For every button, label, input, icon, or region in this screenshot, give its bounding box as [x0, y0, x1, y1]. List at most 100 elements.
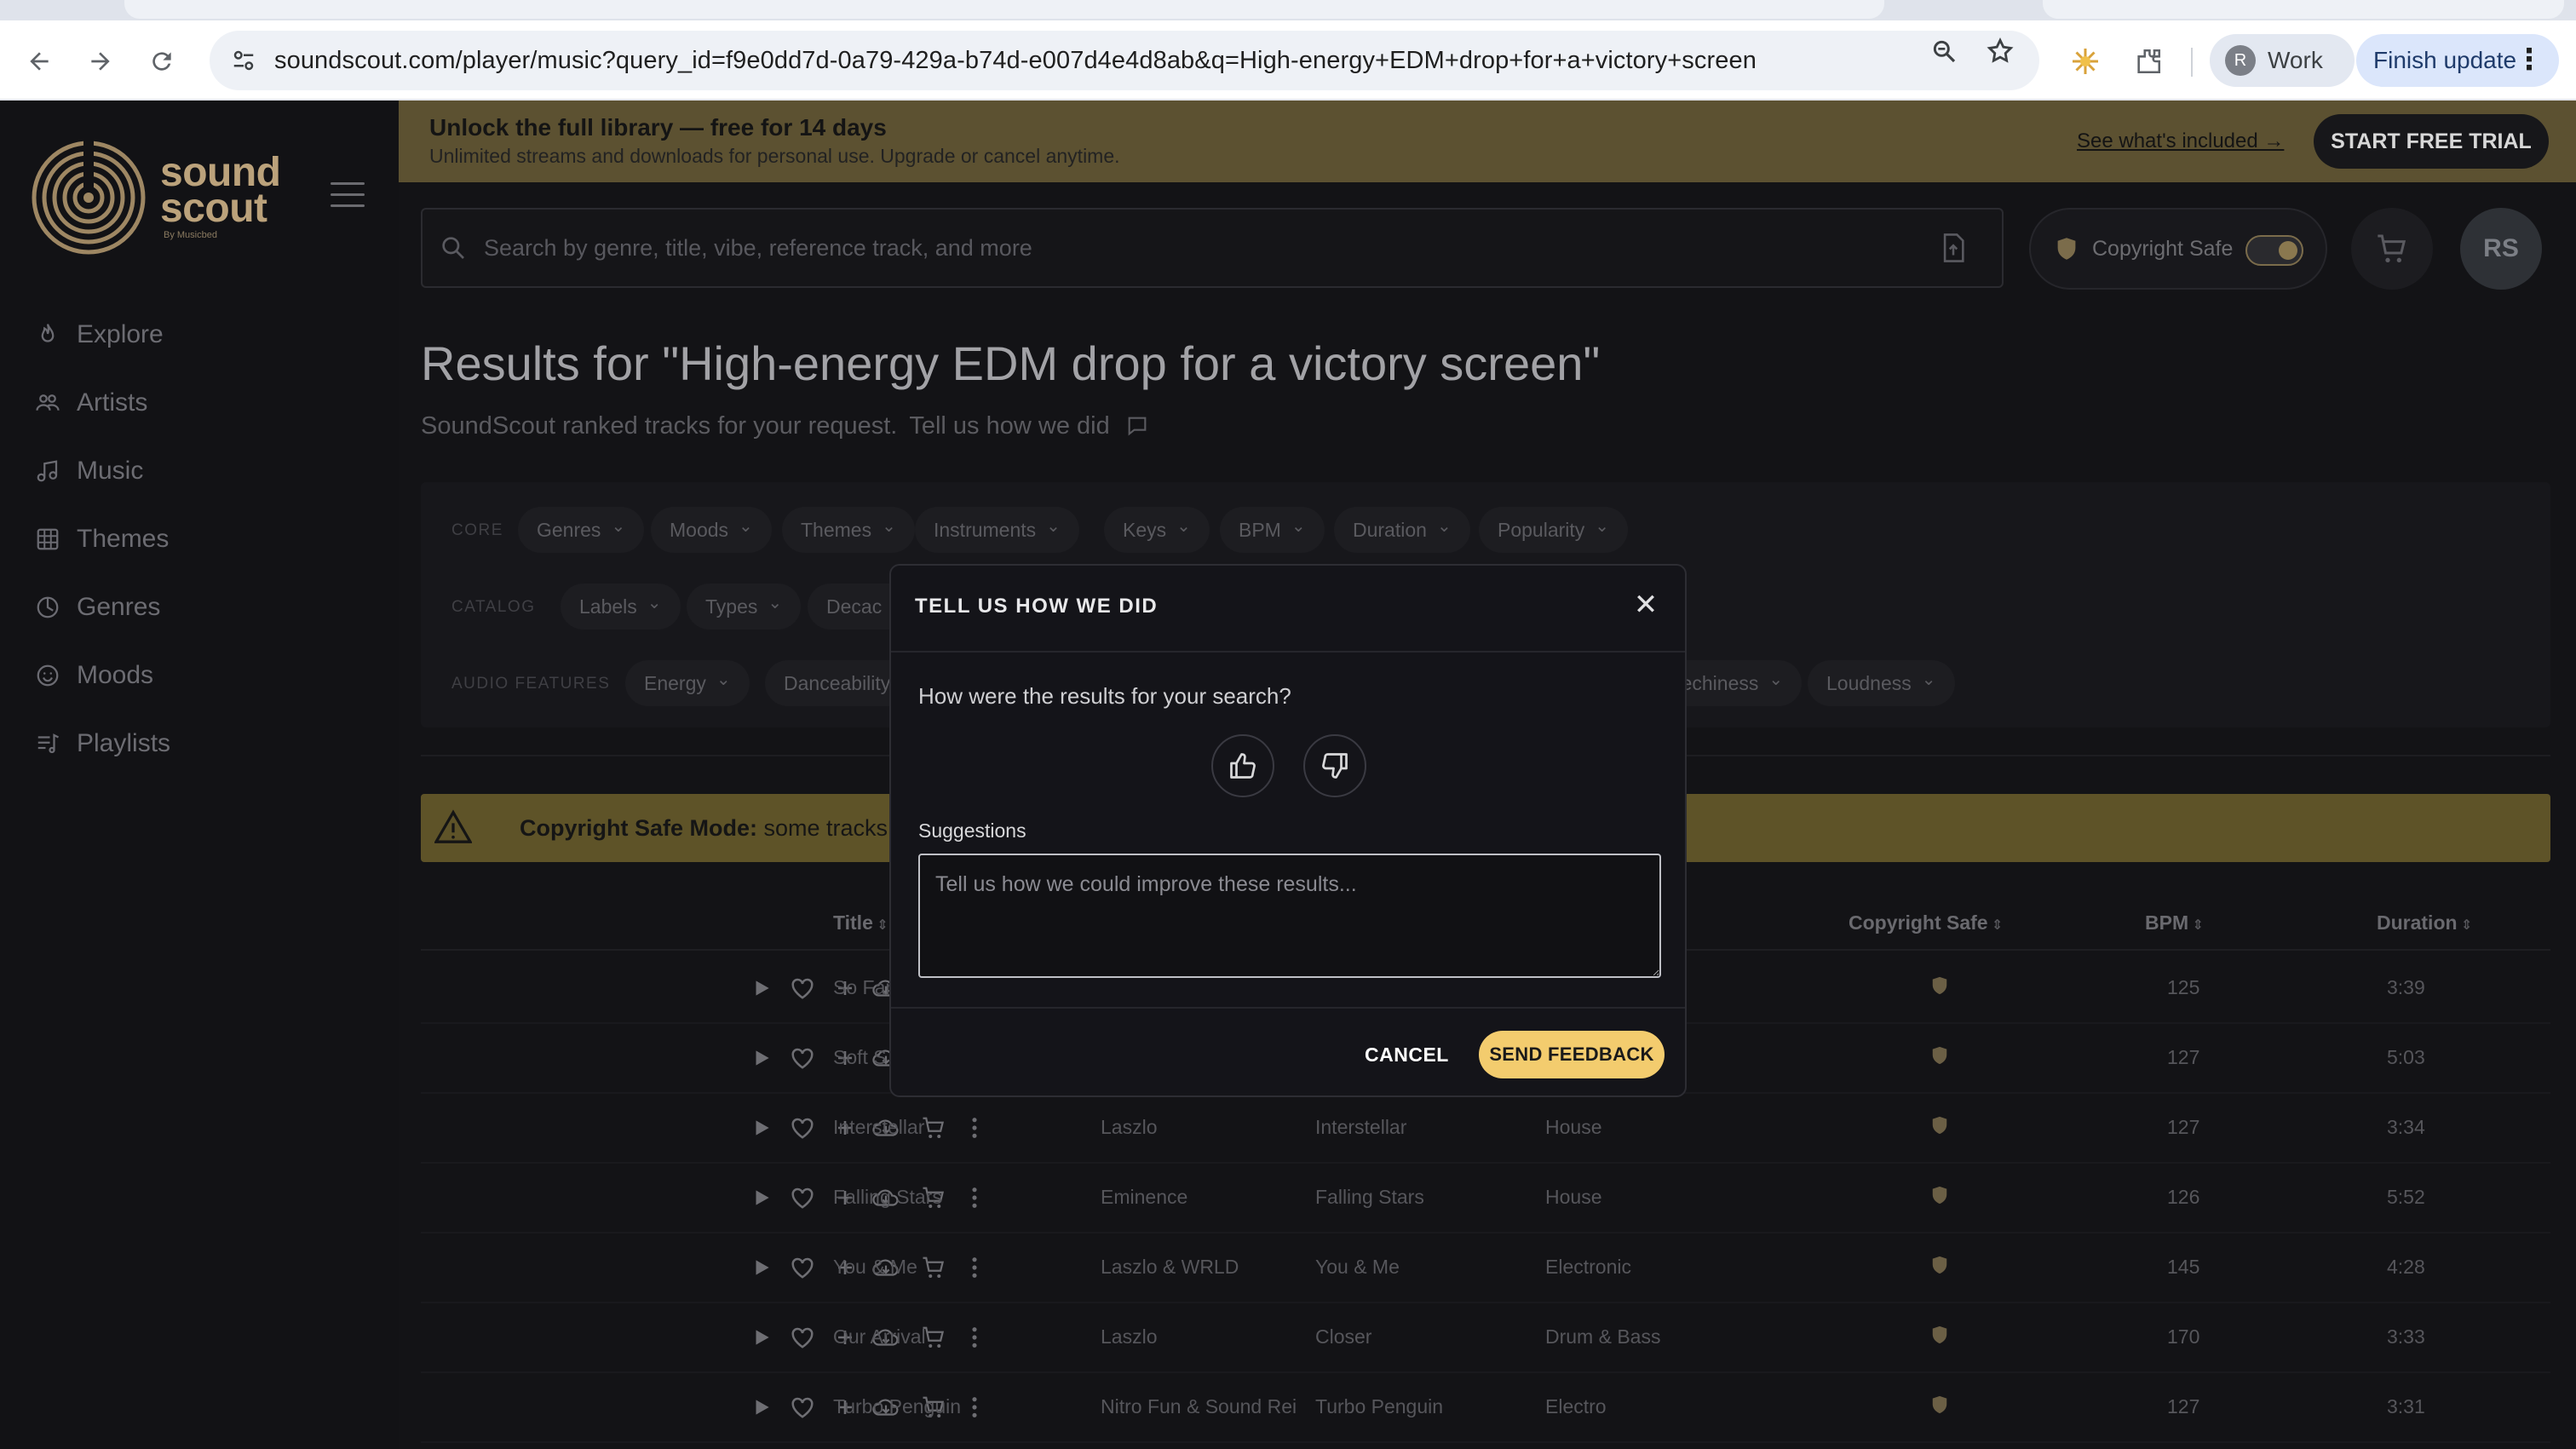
table-row[interactable]: Falling Stars Eminence Falling Stars House 1… [421, 1164, 2550, 1233]
track-artist[interactable]: Nitro Fun & Sound Rei [1101, 1395, 1297, 1418]
suggestions-textarea[interactable] [918, 854, 1661, 978]
table-row[interactable]: Turbo Penguin Nitro Fun & Sound Rei Turbo … [421, 1373, 2550, 1443]
track-artist[interactable]: Laszlo [1101, 1116, 1157, 1139]
play-icon[interactable] [745, 1389, 779, 1426]
sidebar-item-artists[interactable]: Artists [32, 380, 147, 426]
cart-icon[interactable] [917, 1249, 951, 1286]
thumbs-up-button[interactable] [1211, 734, 1274, 797]
see-included-link[interactable]: See what's included → [2077, 129, 2284, 153]
filter-themes[interactable]: Themes [782, 507, 915, 553]
zoom-icon[interactable] [1927, 34, 1961, 68]
search-input[interactable]: Search by genre, title, vibe, reference … [421, 208, 2004, 288]
finish-update-button[interactable]: Finish update ⋮ [2356, 34, 2559, 87]
track-album[interactable]: Turbo Penguin [1315, 1395, 1443, 1418]
col-copyright-safe[interactable]: Copyright Safe [1849, 911, 2003, 934]
heart-icon[interactable] [785, 1039, 819, 1077]
user-avatar[interactable]: RS [2460, 208, 2542, 290]
sidebar-item-music[interactable]: Music [32, 448, 143, 494]
close-icon[interactable]: ✕ [1629, 588, 1663, 622]
track-album[interactable]: Closer [1315, 1325, 1371, 1348]
site-settings-icon[interactable] [227, 43, 261, 78]
comment-icon[interactable] [1125, 414, 1149, 438]
track-title[interactable]: Interstellar [833, 1116, 924, 1139]
track-album[interactable]: Falling Stars [1315, 1186, 1424, 1209]
play-icon[interactable] [745, 1319, 779, 1356]
filter-keys[interactable]: Keys [1104, 507, 1210, 553]
table-row[interactable]: You & Me Laszlo & WRLD You & Me Electronic 1… [421, 1233, 2550, 1303]
filter-genres[interactable]: Genres [518, 507, 645, 553]
heart-icon[interactable] [785, 1319, 819, 1356]
extensions-puzzle-icon[interactable] [2130, 43, 2167, 80]
profile-button[interactable]: R Work [2210, 34, 2355, 87]
more-vert-icon[interactable] [957, 1389, 992, 1426]
heart-icon[interactable] [785, 1249, 819, 1286]
address-url[interactable]: soundscout.com/player/music?query_id=f9e… [274, 47, 1757, 75]
bookmark-star-icon[interactable] [1983, 34, 2017, 68]
filter-types[interactable]: Types [687, 584, 802, 630]
track-title[interactable]: You & Me [833, 1256, 917, 1279]
profile-avatar: R [2225, 45, 2256, 76]
sidebar-item-moods[interactable]: Moods [32, 653, 153, 699]
tell-us-link[interactable]: Tell us how we did [909, 412, 1109, 440]
heart-icon[interactable] [785, 1179, 819, 1216]
sidebar-item-playlists[interactable]: Playlists [32, 721, 170, 767]
col-bpm[interactable]: BPM [2145, 911, 2204, 934]
filter-moods[interactable]: Moods [651, 507, 772, 553]
heart-icon[interactable] [785, 1109, 819, 1147]
sidebar-item-genres[interactable]: Genres [32, 584, 160, 630]
extension-sun-icon[interactable] [2067, 43, 2104, 80]
play-icon[interactable] [745, 1109, 779, 1147]
track-title[interactable]: Falling Stars [833, 1186, 942, 1209]
menu-toggle-icon[interactable] [331, 182, 365, 210]
track-album[interactable]: You & Me [1315, 1256, 1400, 1279]
modal-title: TELL US HOW WE DID [915, 595, 1159, 618]
filter-instruments[interactable]: Instruments [915, 507, 1079, 553]
start-trial-button[interactable]: START FREE TRIAL [2314, 114, 2549, 169]
logo[interactable]: sound scout By Musicbed [29, 138, 302, 261]
more-vert-icon[interactable]: ⋮ [2515, 43, 2544, 77]
track-album[interactable]: Interstellar [1315, 1116, 1406, 1139]
filter-loudness[interactable]: Loudness [1808, 660, 1955, 706]
reload-button[interactable] [138, 37, 186, 85]
cart-button[interactable] [2351, 208, 2433, 290]
more-vert-icon[interactable] [957, 1319, 992, 1356]
track-artist[interactable]: Laszlo & WRLD [1101, 1256, 1239, 1279]
col-duration[interactable]: Duration [2377, 911, 2472, 934]
browser-tab[interactable] [2043, 0, 2564, 19]
thumbs-down-button[interactable] [1303, 734, 1366, 797]
heart-icon[interactable] [785, 1389, 819, 1426]
play-icon[interactable] [745, 1179, 779, 1216]
track-artist[interactable]: Eminence [1101, 1186, 1187, 1209]
table-row[interactable]: Interstellar Laszlo Interstellar House 127 3:… [421, 1094, 2550, 1164]
filter-bpm[interactable]: BPM [1220, 507, 1325, 553]
filter-labels[interactable]: Labels [561, 584, 681, 630]
filter-duration[interactable]: Duration [1334, 507, 1470, 553]
send-feedback-button[interactable]: SEND FEEDBACK [1479, 1031, 1665, 1078]
copyright-safe-toggle[interactable]: Copyright Safe [2029, 208, 2327, 290]
filter-popularity[interactable]: Popularity [1479, 507, 1629, 553]
filter-energy[interactable]: Energy [625, 660, 750, 706]
forward-button[interactable] [77, 37, 124, 85]
col-title[interactable]: Title [833, 911, 888, 934]
address-bar[interactable]: soundscout.com/player/music?query_id=f9e… [210, 31, 2039, 90]
track-title[interactable]: Soft S [833, 1046, 887, 1069]
track-title[interactable]: So Far [833, 976, 892, 999]
track-title[interactable]: Turbo Penguin [833, 1395, 961, 1418]
back-button[interactable] [15, 37, 63, 85]
heart-icon[interactable] [785, 969, 819, 1007]
track-artist[interactable]: Laszlo [1101, 1325, 1157, 1348]
browser-tab[interactable] [124, 0, 1884, 19]
play-icon[interactable] [745, 1249, 779, 1286]
toggle-switch[interactable] [2245, 235, 2303, 266]
table-row[interactable]: Our Arrival Laszlo Closer Drum & Bass 170 3:3… [421, 1303, 2550, 1373]
track-title[interactable]: Our Arrival [833, 1325, 926, 1348]
sidebar-item-explore[interactable]: Explore [32, 312, 164, 358]
play-icon[interactable] [745, 1039, 779, 1077]
upload-file-icon[interactable] [1939, 232, 1973, 266]
play-icon[interactable] [745, 969, 779, 1007]
more-vert-icon[interactable] [957, 1179, 992, 1216]
more-vert-icon[interactable] [957, 1249, 992, 1286]
more-vert-icon[interactable] [957, 1109, 992, 1147]
cancel-button[interactable]: CANCEL [1365, 1032, 1449, 1077]
sidebar-item-themes[interactable]: Themes [32, 516, 169, 562]
